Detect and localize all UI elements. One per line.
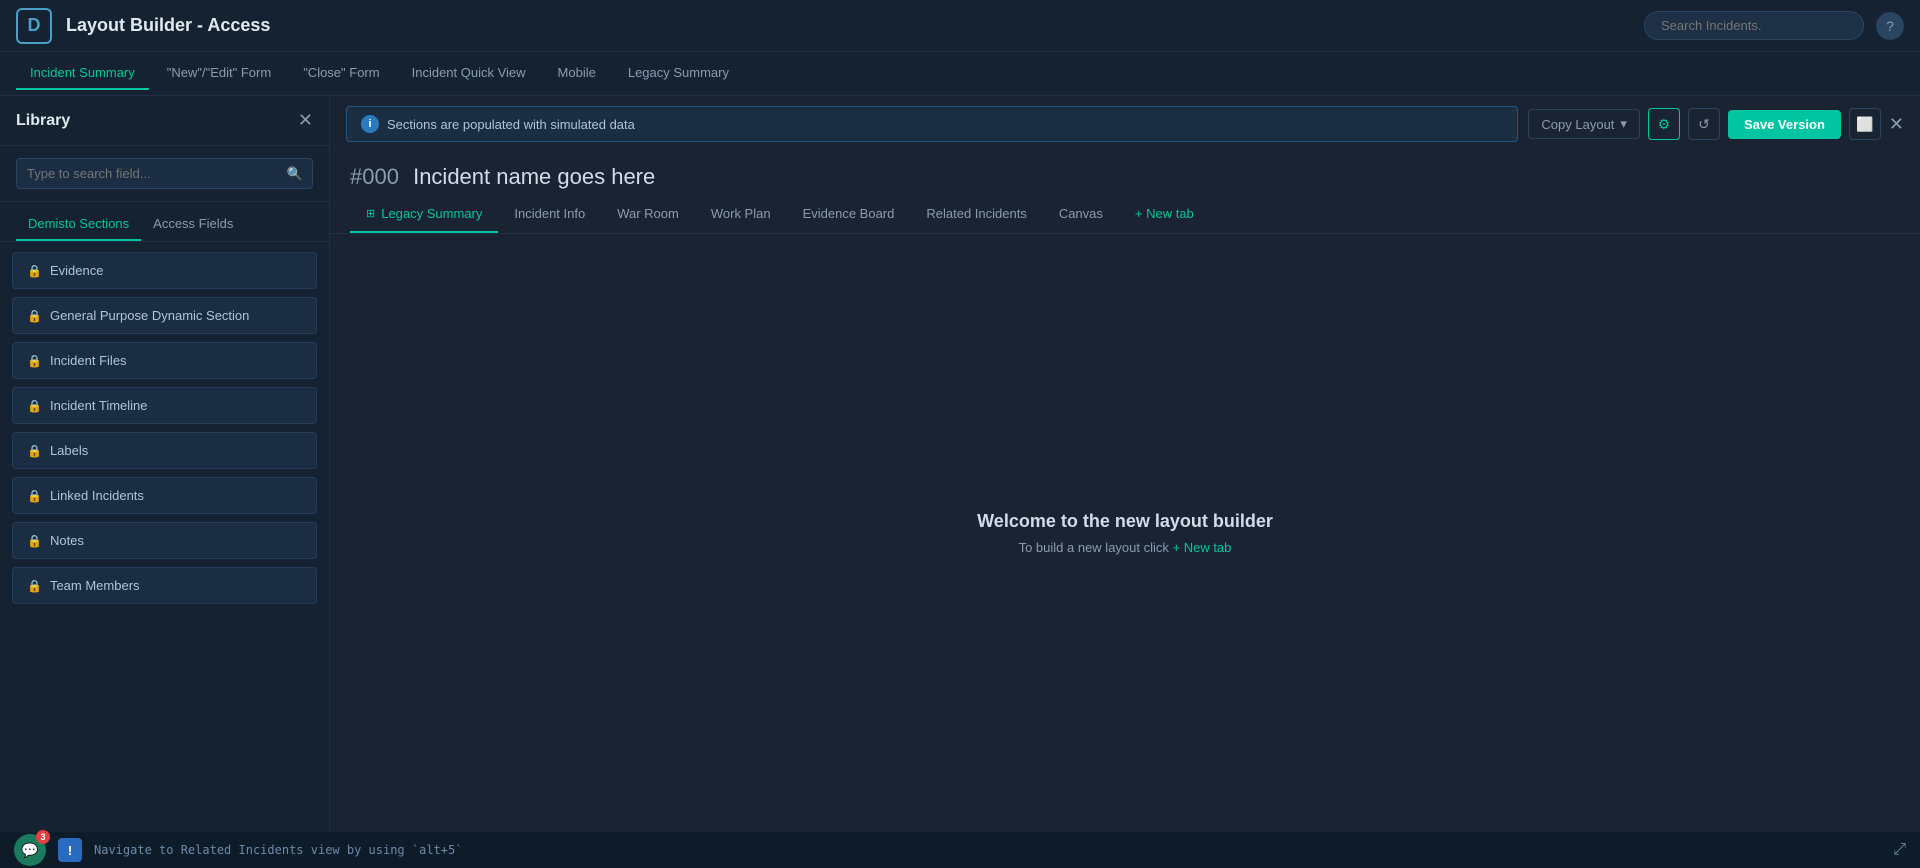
tab-related-incidents[interactable]: Related Incidents — [910, 198, 1042, 233]
main-layout: Library ✕ 🔍 Demisto Sections Access Fiel… — [0, 96, 1920, 832]
tab-evidence-board[interactable]: Evidence Board — [787, 198, 911, 233]
lock-icon: 🔒 — [27, 444, 42, 458]
lock-icon: 🔒 — [27, 489, 42, 503]
chat-icon: 💬 — [21, 842, 38, 859]
list-item[interactable]: 🔒 Incident Timeline — [12, 387, 317, 424]
incident-number: #000 — [350, 164, 399, 189]
lock-icon: 🔒 — [27, 264, 42, 278]
nav-tab-close-form[interactable]: "Close" Form — [289, 57, 393, 90]
lock-icon: 🔒 — [27, 354, 42, 368]
expand-icon: ⤢ — [1893, 841, 1906, 858]
sidebar: Library ✕ 🔍 Demisto Sections Access Fiel… — [0, 96, 330, 832]
grid-icon: ⊞ — [366, 207, 375, 220]
list-item[interactable]: 🔒 Evidence — [12, 252, 317, 289]
sidebar-sub-tab-demisto-sections[interactable]: Demisto Sections — [16, 210, 141, 241]
top-header: D Layout Builder - Access ? — [0, 0, 1920, 52]
chevron-down-icon: ▾ — [1620, 116, 1627, 132]
nav-tab-incident-quick-view[interactable]: Incident Quick View — [398, 57, 540, 90]
list-item[interactable]: 🔒 Incident Files — [12, 342, 317, 379]
logo-box: D — [16, 8, 52, 44]
save-version-button[interactable]: Save Version — [1728, 110, 1841, 139]
chat-badge: 3 — [36, 830, 50, 844]
tab-work-plan[interactable]: Work Plan — [695, 198, 787, 233]
search-input[interactable] — [1644, 11, 1864, 40]
app-title: Layout Builder - Access — [66, 15, 1644, 36]
lock-icon: 🔒 — [27, 399, 42, 413]
sidebar-search-input[interactable] — [16, 158, 313, 189]
info-icon: i — [361, 115, 379, 133]
new-tab-link[interactable]: + New tab — [1173, 540, 1232, 555]
content-area: i Sections are populated with simulated … — [330, 96, 1920, 832]
tab-canvas[interactable]: Canvas — [1043, 198, 1119, 233]
list-item[interactable]: 🔒 Team Members — [12, 567, 317, 604]
canvas-area: Welcome to the new layout builder To bui… — [330, 234, 1920, 832]
sidebar-title: Library — [16, 112, 70, 130]
expand-button[interactable]: ⤢ — [1893, 841, 1906, 859]
copy-layout-button[interactable]: Copy Layout ▾ — [1528, 109, 1640, 139]
lock-icon: 🔒 — [27, 309, 42, 323]
inner-tabs: ⊞ Legacy Summary Incident Info War Room … — [330, 198, 1920, 234]
sidebar-sub-tabs: Demisto Sections Access Fields — [0, 202, 329, 242]
sidebar-items-list: 🔒 Evidence 🔒 General Purpose Dynamic Sec… — [0, 242, 329, 832]
sidebar-header: Library ✕ — [0, 96, 329, 146]
close-button[interactable]: ✕ — [1889, 114, 1904, 135]
status-info-button[interactable]: ! — [58, 838, 82, 862]
sidebar-search-area: 🔍 — [0, 146, 329, 202]
list-item[interactable]: 🔒 Linked Incidents — [12, 477, 317, 514]
tab-incident-info[interactable]: Incident Info — [498, 198, 601, 233]
nav-tabs: Incident Summary "New"/"Edit" Form "Clos… — [0, 52, 1920, 96]
tab-new-tab[interactable]: + New tab — [1119, 198, 1210, 233]
info-message: Sections are populated with simulated da… — [387, 117, 635, 132]
welcome-title: Welcome to the new layout builder — [977, 511, 1273, 532]
info-banner: i Sections are populated with simulated … — [346, 106, 1518, 142]
content-toolbar: i Sections are populated with simulated … — [330, 96, 1920, 152]
tab-legacy-summary[interactable]: ⊞ Legacy Summary — [350, 198, 498, 233]
nav-tab-mobile[interactable]: Mobile — [544, 57, 610, 90]
list-item[interactable]: 🔒 General Purpose Dynamic Section — [12, 297, 317, 334]
nav-tab-legacy-summary[interactable]: Legacy Summary — [614, 57, 743, 90]
welcome-subtitle: To build a new layout click + New tab — [1019, 540, 1232, 555]
status-bar: 💬 3 ! Navigate to Related Incidents view… — [0, 832, 1920, 868]
chat-button[interactable]: 💬 3 — [14, 834, 46, 866]
status-message: Navigate to Related Incidents view by us… — [94, 843, 1881, 857]
sidebar-close-button[interactable]: ✕ — [298, 110, 313, 131]
nav-tab-new-edit-form[interactable]: "New"/"Edit" Form — [153, 57, 285, 90]
history-button[interactable]: ↺ — [1688, 108, 1720, 140]
incident-name: Incident name goes here — [413, 164, 655, 189]
sidebar-sub-tab-access-fields[interactable]: Access Fields — [141, 210, 245, 241]
tab-war-room[interactable]: War Room — [601, 198, 695, 233]
incident-header: #000 Incident name goes here — [330, 152, 1920, 190]
lock-icon: 🔒 — [27, 579, 42, 593]
lock-icon: 🔒 — [27, 534, 42, 548]
list-item[interactable]: 🔒 Labels — [12, 432, 317, 469]
export-button[interactable]: ⬜ — [1849, 108, 1881, 140]
list-item[interactable]: 🔒 Notes — [12, 522, 317, 559]
toolbar-actions: Copy Layout ▾ ⚙ ↺ Save Version ⬜ ✕ — [1528, 108, 1904, 140]
logo-icon: D — [28, 15, 41, 36]
help-button[interactable]: ? — [1876, 12, 1904, 40]
incident-title: #000 Incident name goes here — [350, 164, 1900, 190]
settings-button[interactable]: ⚙ — [1648, 108, 1680, 140]
search-icon: 🔍 — [287, 166, 303, 182]
nav-tab-incident-summary[interactable]: Incident Summary — [16, 57, 149, 90]
